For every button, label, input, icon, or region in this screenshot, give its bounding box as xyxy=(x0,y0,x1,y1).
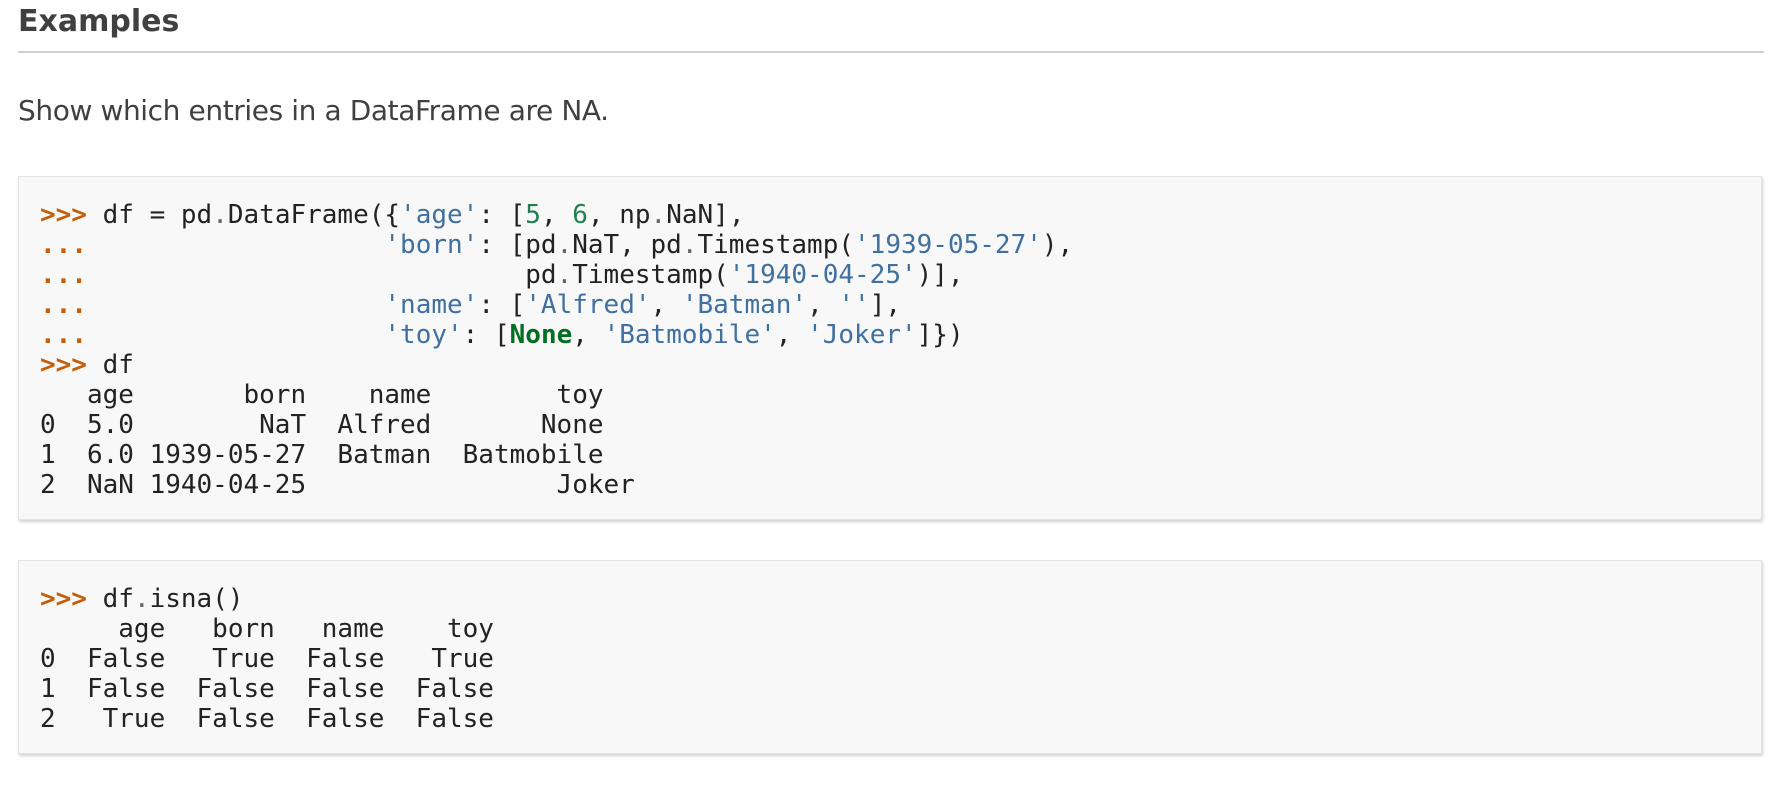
code-line: age born name toy xyxy=(40,614,494,644)
code-line: 2 NaN 1940-04-25 Joker xyxy=(40,470,635,500)
string-token: '1939-05-27' xyxy=(854,230,1042,260)
code-line: 0 False True False True xyxy=(40,644,494,674)
code-text: df xyxy=(86,584,134,614)
code-line: >>> df.isna() xyxy=(40,584,244,614)
prompt-token: >>> xyxy=(40,350,87,380)
string-token: 'Batman' xyxy=(681,290,808,320)
code-text: NaT, pd xyxy=(572,230,682,260)
code-text: age born name toy xyxy=(40,380,604,410)
code-text: : [ xyxy=(478,200,526,230)
prompt-token: >>> xyxy=(40,200,87,230)
code-text: df = pd xyxy=(86,200,213,230)
code-line: >>> df = pd.DataFrame({'age': [5, 6, np.… xyxy=(40,200,744,230)
code-text: NaN], xyxy=(666,200,745,230)
prompt-token: ... xyxy=(40,230,87,260)
string-token: 'Batmobile' xyxy=(603,320,776,350)
prompt-token: >>> xyxy=(40,584,87,614)
number-token: 5 xyxy=(525,200,541,230)
string-token: 'toy' xyxy=(384,320,463,350)
string-token: 'born' xyxy=(384,230,479,260)
code-listing[interactable]: >>> df = pd.DataFrame({'age': [5, 6, np.… xyxy=(40,200,1073,500)
code-example-isna[interactable]: >>> df.isna() age born name toy 0 False … xyxy=(18,560,1762,754)
code-text: , xyxy=(572,320,604,350)
code-text: 2 True False False False xyxy=(40,704,494,734)
string-token: 'Joker' xyxy=(807,320,917,350)
code-line: 1 False False False False xyxy=(40,674,494,704)
code-text: 2 NaN 1940-04-25 Joker xyxy=(40,470,635,500)
code-text: age born name toy xyxy=(40,614,494,644)
prompt-token: ... xyxy=(40,320,87,350)
string-token: '1940-04-25' xyxy=(728,260,917,290)
code-text: pd xyxy=(86,260,557,290)
code-text: : [ xyxy=(478,290,526,320)
operator-token: . xyxy=(556,230,573,260)
string-token: 'Alfred' xyxy=(525,290,651,320)
prompt-token: ... xyxy=(40,260,87,290)
code-text: : [ xyxy=(462,320,510,350)
code-text: Timestamp( xyxy=(572,260,729,290)
code-text: , xyxy=(650,290,682,320)
intro-paragraph: Show which entries in a DataFrame are NA… xyxy=(18,94,609,127)
code-line: age born name toy xyxy=(40,380,604,410)
code-line: ... 'name': ['Alfred', 'Batman', ''], xyxy=(40,290,901,320)
code-text: , xyxy=(775,320,808,350)
code-text: ], xyxy=(869,290,901,320)
operator-token: . xyxy=(681,230,698,260)
code-text: DataFrame({ xyxy=(227,200,401,230)
code-line: 0 5.0 NaT Alfred None xyxy=(40,410,604,440)
code-text: 0 False True False True xyxy=(40,644,494,674)
code-text: ), xyxy=(1041,230,1074,260)
code-text: isna() xyxy=(149,584,244,614)
code-line: 2 True False False False xyxy=(40,704,494,734)
code-text: 1 False False False False xyxy=(40,674,494,704)
prompt-token: ... xyxy=(40,290,87,320)
code-text: : [pd xyxy=(478,230,557,260)
operator-token: . xyxy=(556,260,573,290)
operator-token: . xyxy=(133,584,150,614)
code-text: )], xyxy=(916,260,964,290)
code-text: df xyxy=(86,350,134,380)
code-line: ... 'toy': [None, 'Batmobile', 'Joker']}… xyxy=(40,320,964,350)
code-example-dataframe[interactable]: >>> df = pd.DataFrame({'age': [5, 6, np.… xyxy=(18,176,1762,520)
operator-token: . xyxy=(212,200,228,230)
operator-token: . xyxy=(650,200,667,230)
code-text: , np xyxy=(587,200,651,230)
code-text: 1 6.0 1939-05-27 Batman Batmobile xyxy=(40,440,604,470)
code-line: 1 6.0 1939-05-27 Batman Batmobile xyxy=(40,440,604,470)
code-listing[interactable]: >>> df.isna() age born name toy 0 False … xyxy=(40,584,494,734)
code-text: Timestamp( xyxy=(697,230,855,260)
section-heading: Examples xyxy=(18,4,180,39)
code-text: , xyxy=(807,290,839,320)
heading-divider xyxy=(18,51,1764,53)
code-line: ... pd.Timestamp('1940-04-25')], xyxy=(40,260,964,290)
code-text: ]}) xyxy=(916,320,964,350)
code-text: 0 5.0 NaT Alfred None xyxy=(40,410,604,440)
string-token: 'name' xyxy=(384,290,479,320)
code-line: >>> df xyxy=(40,350,134,380)
code-line: ... 'born': [pd.NaT, pd.Timestamp('1939-… xyxy=(40,230,1073,260)
string-token: 'age' xyxy=(400,200,479,230)
code-text: , xyxy=(540,200,573,230)
string-token: '' xyxy=(838,290,870,320)
keyword-token: None xyxy=(509,320,573,350)
number-token: 6 xyxy=(572,200,588,230)
